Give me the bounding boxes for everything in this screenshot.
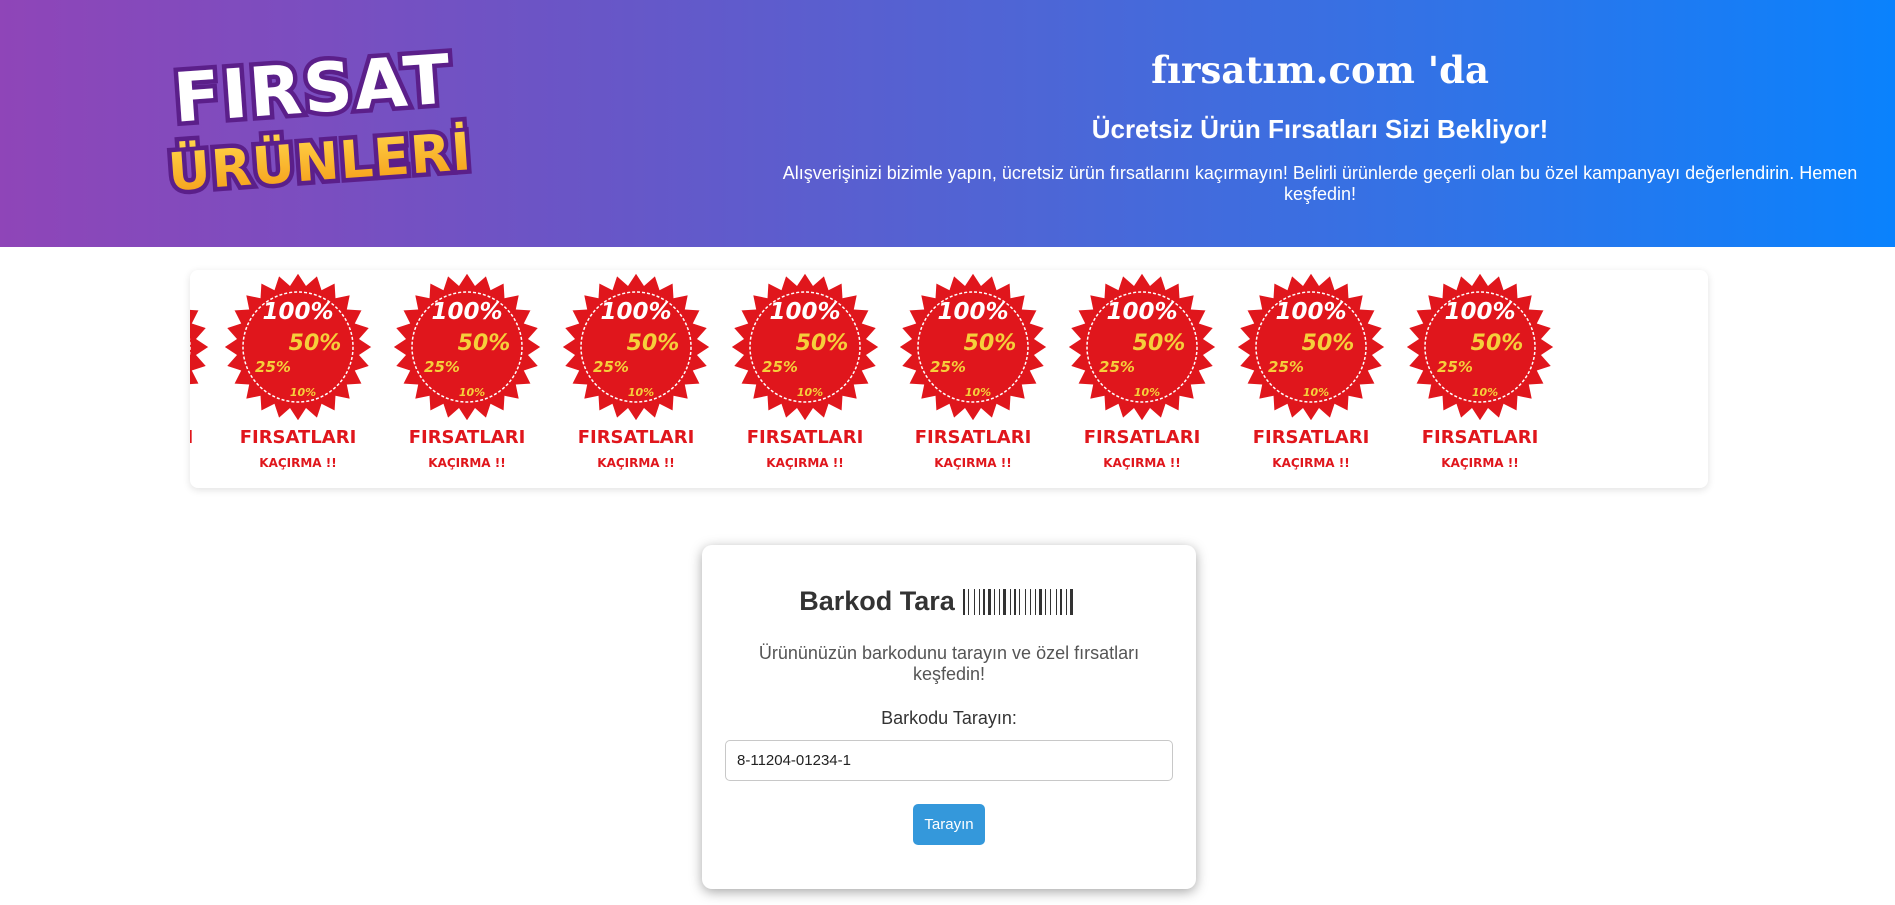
scanner-description: Ürününüzün barkodunu tarayın ve özel fır… bbox=[758, 643, 1140, 684]
site-name: fırsatım.com 'da bbox=[1151, 48, 1489, 92]
promo-badge bbox=[1067, 271, 1217, 471]
barcode-scan-card: Barkod Tara Ürününüzün barkodunu tarayın… bbox=[702, 545, 1196, 889]
firsat-urunleri-logo: FIRSAT ÜRÜNLERİ bbox=[162, 40, 479, 200]
header: FIRSAT ÜRÜNLERİ fırsatım.com 'da Ücretsi… bbox=[0, 0, 1895, 247]
promo-badge bbox=[223, 271, 373, 471]
promo-badge bbox=[898, 271, 1048, 471]
promo-badge bbox=[1236, 271, 1386, 471]
promo-badge bbox=[1405, 271, 1555, 471]
barcode-input[interactable] bbox=[725, 740, 1173, 781]
barcode-icon bbox=[962, 588, 1073, 615]
scanner-title-text: Barkod Tara bbox=[799, 586, 955, 616]
promo-badge bbox=[190, 271, 210, 471]
scanner-title: Barkod Tara bbox=[702, 586, 1196, 617]
promo-badge bbox=[561, 271, 711, 471]
promo-badge bbox=[730, 271, 880, 471]
logo-line1: FIRSAT bbox=[171, 40, 455, 138]
header-subtitle: Ücretsiz Ürün Fırsatları Sizi Bekliyor! bbox=[1091, 114, 1549, 144]
scan-button[interactable]: Tarayın bbox=[913, 804, 985, 845]
promo-badge bbox=[392, 271, 542, 471]
barcode-field-label: Barkodu Tarayın: bbox=[881, 708, 1017, 728]
promo-banner bbox=[190, 270, 1708, 488]
header-description: Alışverişinizi bizimle yapın, ücretsiz ü… bbox=[782, 163, 1858, 204]
